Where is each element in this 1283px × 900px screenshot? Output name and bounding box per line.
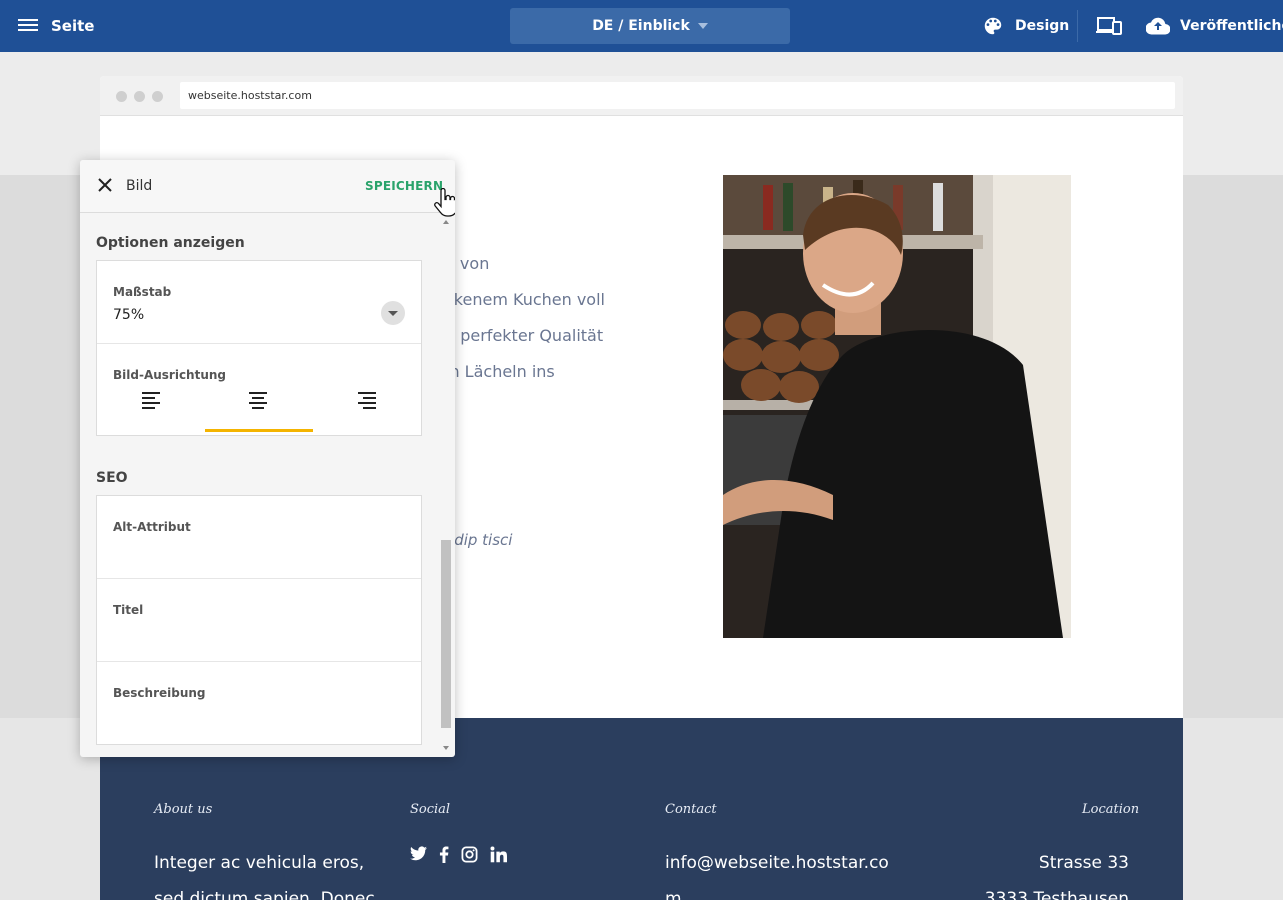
window-dot <box>116 91 127 102</box>
scrollbar-thumb[interactable] <box>441 540 451 728</box>
save-button[interactable]: SPEICHERN <box>365 179 443 193</box>
scroll-up-icon[interactable] <box>443 220 449 224</box>
image-settings-panel: Bild SPEICHERN Optionen anzeigen Maßstab… <box>80 160 455 757</box>
photo-illustration <box>723 175 1071 638</box>
alt-attribute-field[interactable]: Alt-Attribut <box>97 496 421 578</box>
align-center-icon[interactable] <box>249 392 269 410</box>
divider <box>1077 10 1078 42</box>
display-options-card: Maßstab 75% Bild-Ausrichtung <box>96 260 422 436</box>
divider <box>97 343 421 344</box>
cloud-upload-icon <box>1146 17 1170 35</box>
hamburger-icon[interactable] <box>18 16 38 36</box>
design-label: Design <box>1015 18 1070 34</box>
barista-photo[interactable] <box>723 175 1071 638</box>
footer-location-line: Strasse 33 <box>1038 853 1129 873</box>
scale-dropdown-icon[interactable] <box>381 301 405 325</box>
hand-pointer-icon <box>434 188 455 217</box>
footer-heading-social: Social <box>410 802 451 817</box>
twitter-icon[interactable] <box>410 846 427 861</box>
scroll-down-icon[interactable] <box>443 746 449 750</box>
social-links <box>410 846 507 863</box>
alignment-label: Bild-Ausrichtung <box>113 368 227 382</box>
top-bar: Seite DE / Einblick Design Veröffentlich… <box>0 0 1283 52</box>
publish-button[interactable]: Veröffentlichen <box>1146 0 1283 52</box>
paragraph-line: ckenem Kuchen voll <box>445 290 605 309</box>
facebook-icon[interactable] <box>439 846 449 863</box>
devices-icon <box>1096 17 1122 35</box>
footer-about-text: sed dictum sapien. Donec <box>154 889 375 900</box>
seo-card: Alt-Attribut Titel Beschreibung <box>96 495 422 745</box>
close-icon[interactable] <box>98 178 112 192</box>
panel-header: Bild SPEICHERN <box>80 160 455 217</box>
caret-down-icon <box>697 23 708 29</box>
window-dot <box>152 91 163 102</box>
footer-heading-location: Location <box>1082 802 1140 817</box>
window-dot <box>134 91 145 102</box>
url-bar[interactable]: webseite.hoststar.com <box>180 82 1175 109</box>
footer-heading-about: About us <box>154 802 213 817</box>
device-preview-button[interactable] <box>1096 0 1122 52</box>
paragraph-line: n perfekter Qualität <box>445 326 604 345</box>
linkedin-icon[interactable] <box>490 846 507 863</box>
palette-icon <box>984 17 1002 35</box>
footer-heading-contact: Contact <box>665 802 717 817</box>
title-label: Titel <box>113 603 144 617</box>
description-label: Beschreibung <box>113 686 206 700</box>
align-left-icon[interactable] <box>142 392 162 410</box>
alignment-active-indicator <box>205 429 313 432</box>
publish-label: Veröffentlichen <box>1180 18 1283 34</box>
title-field[interactable]: Titel <box>97 579 421 661</box>
description-field[interactable]: Beschreibung <box>97 662 421 744</box>
instagram-icon[interactable] <box>461 846 478 863</box>
browser-bar: webseite.hoststar.com <box>100 76 1183 116</box>
scale-value[interactable]: 75% <box>113 307 144 323</box>
page-label[interactable]: Seite <box>51 17 94 35</box>
language-selector[interactable]: DE / Einblick <box>510 8 790 44</box>
footer-location-line: 3333 Testhausen <box>984 889 1129 900</box>
language-selector-label: DE / Einblick <box>592 18 690 34</box>
panel-scrollbar[interactable] <box>440 220 452 754</box>
scale-label: Maßstab <box>113 285 172 299</box>
align-right-icon[interactable] <box>358 392 378 410</box>
quote-line: adip tisci <box>445 531 513 549</box>
panel-title: Bild <box>126 178 153 194</box>
seo-heading: SEO <box>96 470 128 486</box>
display-options-heading: Optionen anzeigen <box>96 235 245 251</box>
design-button[interactable]: Design <box>982 0 1069 52</box>
paragraph-line: in Lächeln ins <box>445 362 555 381</box>
footer-about-text: Integer ac vehicula eros, <box>154 853 365 873</box>
alt-attribute-label: Alt-Attribut <box>113 520 191 534</box>
footer-contact-email[interactable]: info@webseite.hoststar.co <box>665 845 889 881</box>
footer-contact-email[interactable]: m <box>665 881 682 900</box>
